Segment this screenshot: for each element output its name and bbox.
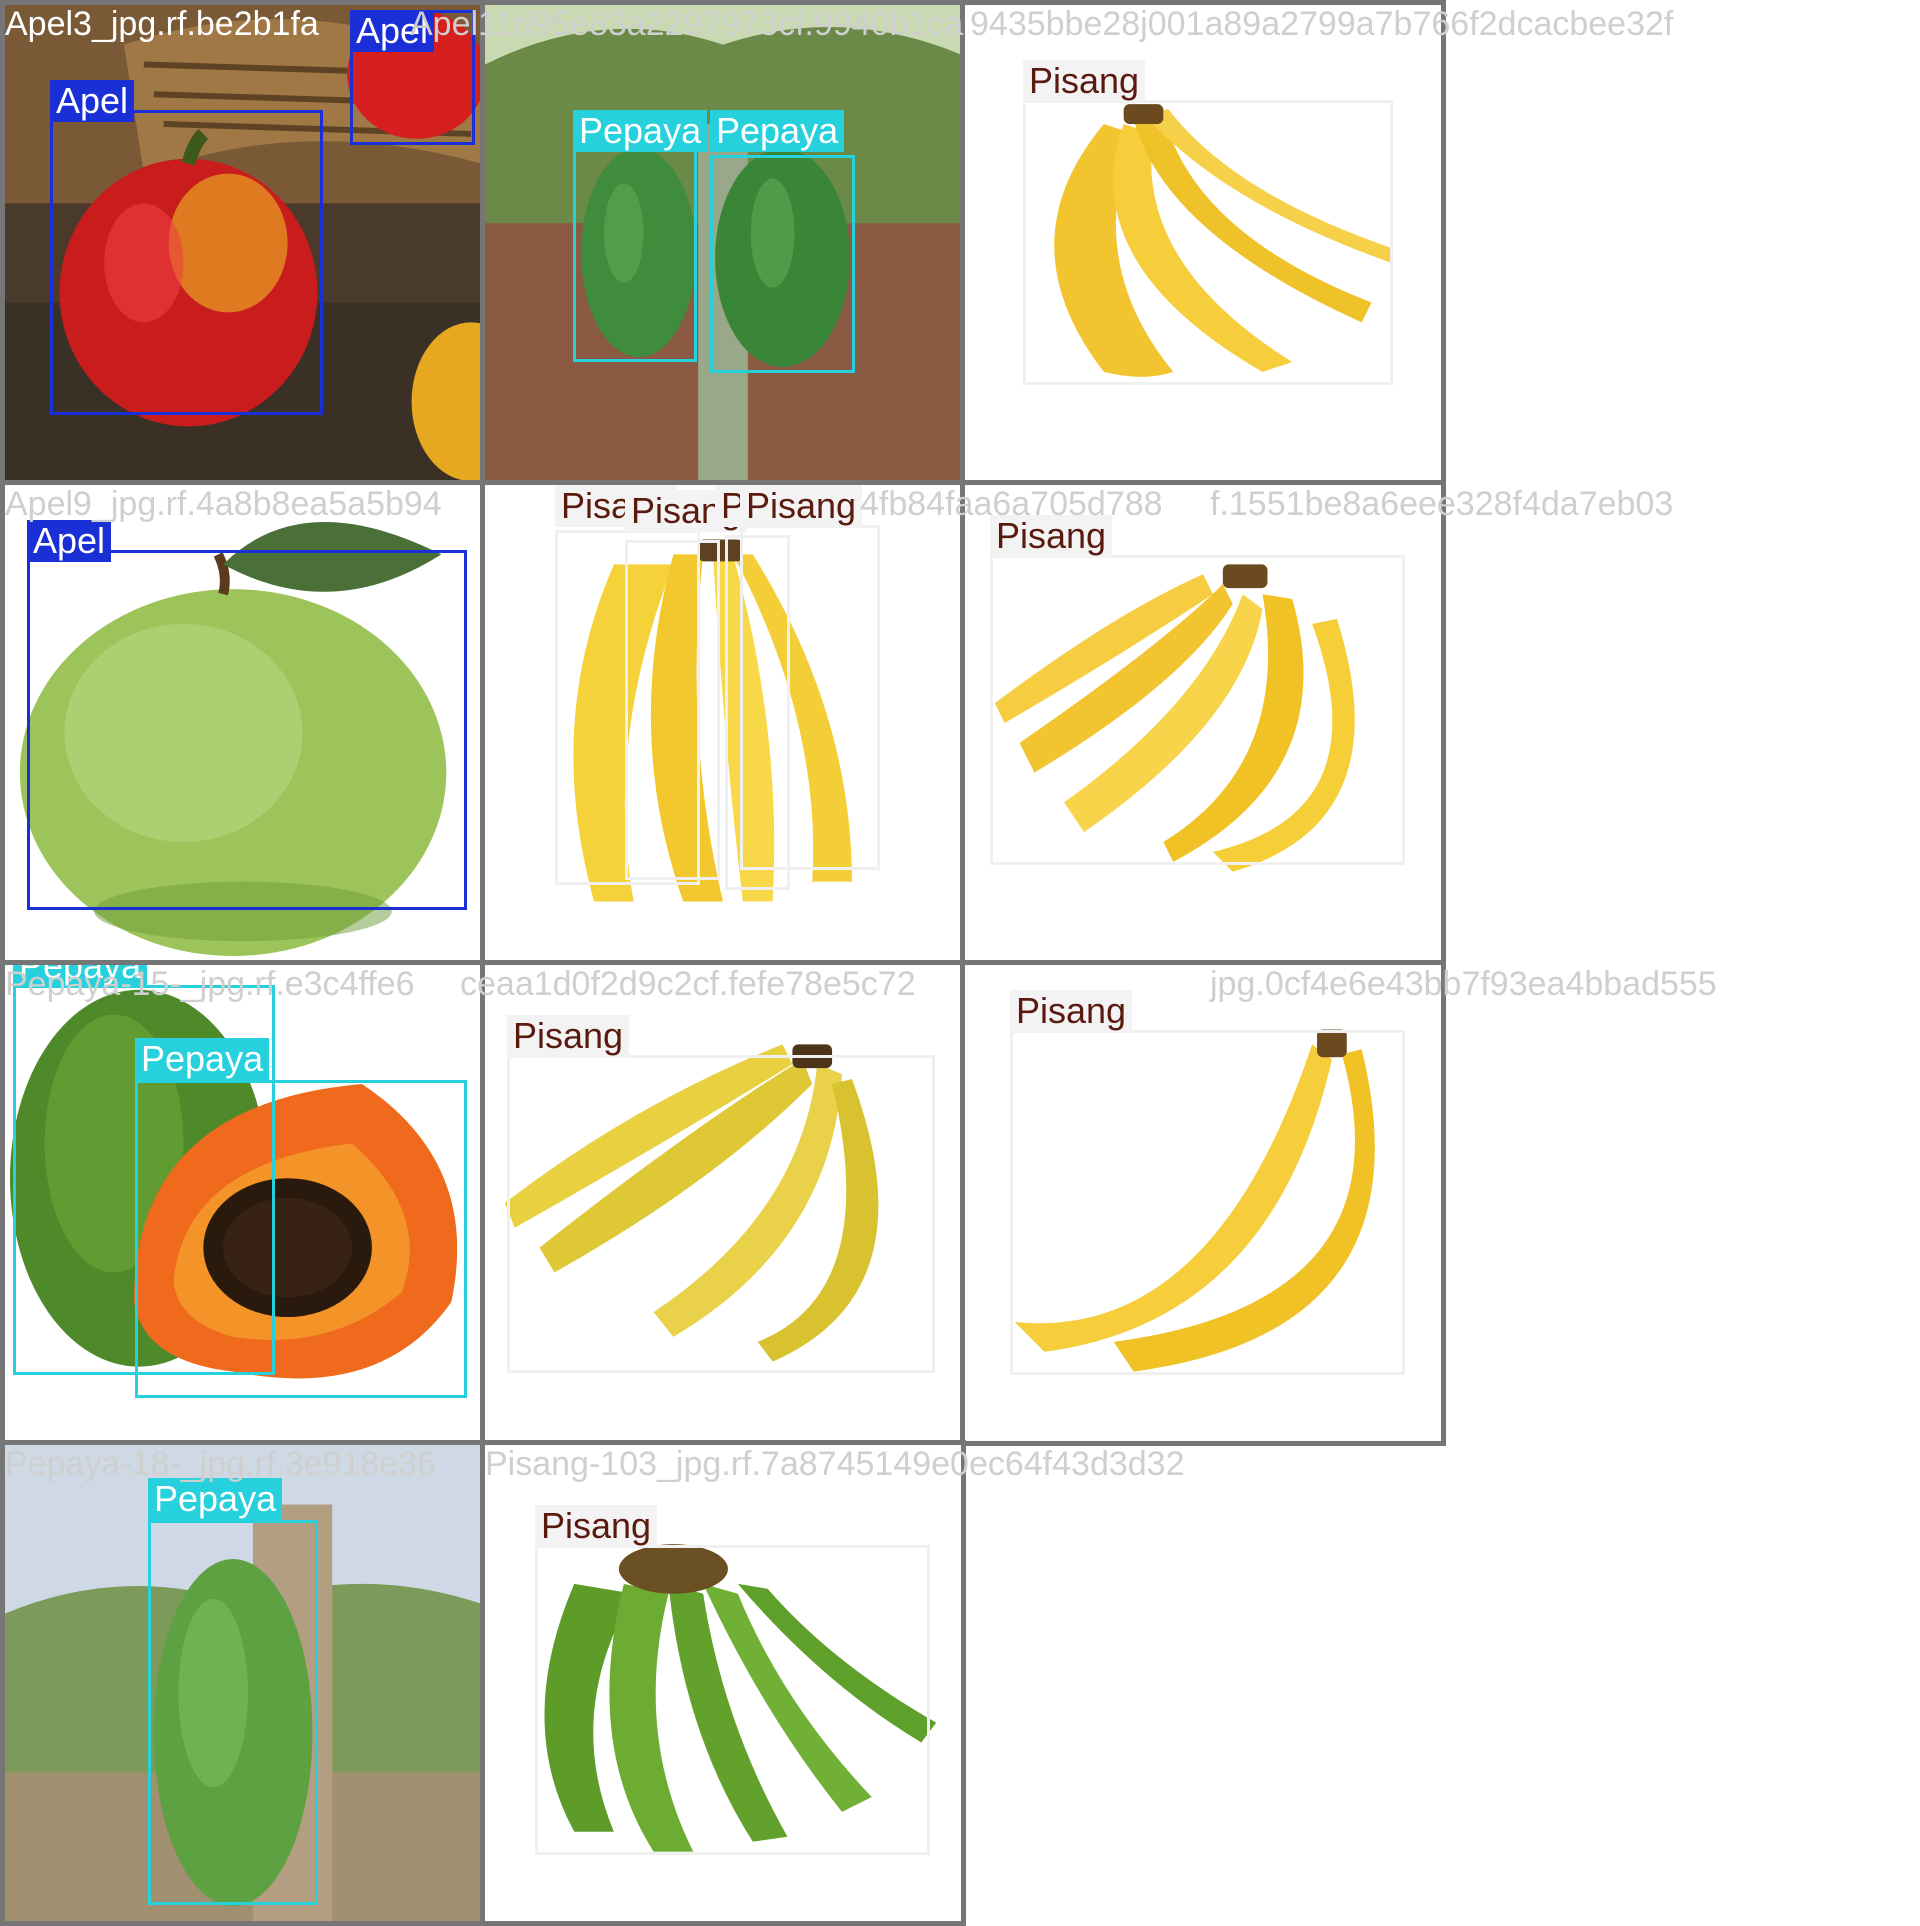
bbox-pisang-8 — [1010, 1030, 1405, 1375]
tile-green-apple: Apel — [0, 480, 486, 966]
tile-banana-6: Pisang — [480, 1440, 966, 1926]
bbox-pepaya-2 — [710, 155, 855, 373]
bbox-pepaya-1 — [573, 145, 697, 362]
tile-banana-3: Pisang — [960, 480, 1446, 966]
label-apel-2: Apel — [350, 10, 435, 52]
bbox-pisang-3 — [625, 540, 720, 880]
bbox-pepaya-4 — [135, 1080, 467, 1398]
label-pisang-8: Pisang — [1010, 990, 1133, 1032]
bbox-apel-1 — [50, 110, 323, 415]
label-pisang-6: Pisang — [990, 515, 1113, 557]
detection-mosaic: Apel Apel Pepaya Pepaya Pisang Apel Pisa… — [0, 0, 1920, 1926]
label-pepaya-5: Pepaya — [148, 1478, 283, 1520]
tile-papaya-tree-2: Pepaya — [0, 1440, 486, 1926]
label-pepaya-1: Pepaya — [573, 110, 708, 152]
tile-papaya-tree: Pepaya Pepaya — [480, 0, 966, 486]
tile-banana-4: Pisang — [480, 960, 966, 1446]
bbox-apel-3 — [27, 550, 467, 910]
label-apel-1: Apel — [50, 80, 135, 122]
bbox-pisang-7 — [507, 1055, 935, 1373]
tile-banana-1: Pisang — [960, 0, 1446, 486]
bbox-pisang-1 — [1023, 100, 1393, 385]
bbox-pisang-6 — [990, 555, 1405, 865]
label-pisang-1: Pisang — [1023, 60, 1146, 102]
tile-papaya-halves: Pepaya Pepaya — [0, 960, 486, 1446]
bbox-pisang-9 — [535, 1545, 930, 1855]
bbox-pisang-5 — [740, 525, 880, 870]
label-pisang-9: Pisang — [535, 1505, 658, 1547]
tile-banana-5: Pisang — [960, 960, 1446, 1446]
label-pepaya-2: Pepaya — [710, 110, 845, 152]
label-apel-3: Apel — [27, 520, 112, 562]
tile-banana-2: Pisang Pisang Pisang Pisang — [480, 480, 966, 966]
bbox-pepaya-5 — [148, 1520, 318, 1905]
tile-apple-basket: Apel Apel — [0, 0, 486, 486]
label-pepaya-3: Pepaya — [13, 965, 148, 987]
label-pepaya-4: Pepaya — [135, 1038, 270, 1080]
label-pisang-5: Pisang — [740, 485, 863, 527]
label-pisang-7: Pisang — [507, 1015, 630, 1057]
